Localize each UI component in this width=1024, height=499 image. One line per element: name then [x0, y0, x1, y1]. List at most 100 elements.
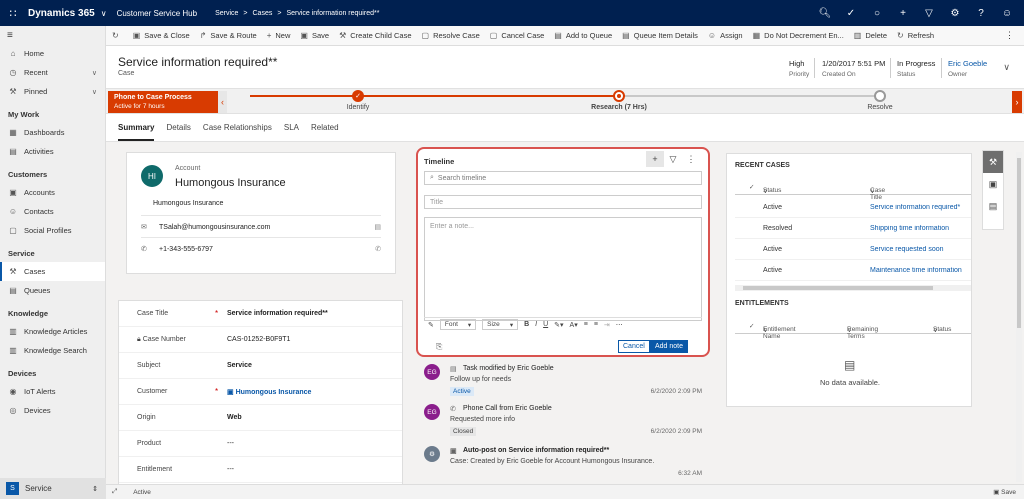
tab-case-relationships[interactable]: Case Relationships [203, 114, 272, 141]
table-row[interactable]: Active Maintenance time information [735, 260, 971, 281]
indent-icon[interactable]: ⇥ [604, 321, 610, 329]
size-select[interactable]: Size ▾ [482, 319, 519, 330]
field-value[interactable]: --- [227, 440, 234, 447]
account-email-row[interactable]: ✉ TSalah@humongousinsurance.com ▤ [141, 223, 381, 232]
account-phone-row[interactable]: ✆ +1-343-555-6797 ✆ [141, 245, 381, 254]
timeline-activity[interactable]: EG ▤ Task modified by Eric Goeble Follow … [424, 364, 704, 400]
timeline-search-input[interactable]: ⌕ Search timeline [424, 171, 702, 185]
sidebar-item-contacts[interactable]: ☺ Contacts [0, 202, 105, 221]
sidebar-item-knowledge-search[interactable]: ▥ Knowledge Search [0, 341, 105, 360]
table-row[interactable]: Resolved Shipping time information [735, 218, 971, 239]
sidebar-item-social-profiles[interactable]: ▢ Social Profiles [0, 221, 105, 240]
field-value[interactable]: Service information required** [227, 310, 328, 317]
italic-icon[interactable]: I [535, 321, 537, 328]
format-painter-icon[interactable]: ✎ [428, 321, 434, 329]
area-switcher[interactable]: S Service ⇕ [0, 478, 106, 499]
field-value[interactable]: Service [227, 362, 252, 369]
tab-related[interactable]: Related [311, 114, 339, 141]
more-tools-icon[interactable]: ⋯ [616, 321, 623, 329]
field-entitlement[interactable]: Entitlement --- [119, 457, 402, 483]
queue-item-details-button[interactable]: ▤ Queue Item Details [622, 31, 698, 40]
back-button[interactable]: ↻ [112, 31, 123, 40]
filter-icon[interactable]: ▽ [916, 0, 942, 26]
refresh-button[interactable]: ↻ Refresh [897, 31, 934, 40]
highlight-icon[interactable]: ✎▾ [554, 321, 563, 329]
customer-link[interactable]: Humongous Insurance [236, 389, 312, 396]
breadcrumb-cases[interactable]: Cases [253, 10, 273, 17]
table-row[interactable]: Active Service requested soon [735, 239, 971, 260]
sidebar-item-pinned[interactable]: ⚒ Pinned ∨ [0, 82, 105, 101]
next-stage-button[interactable]: › [1012, 91, 1022, 113]
stage-resolve[interactable]: Resolve [820, 89, 940, 111]
header-status[interactable]: In Progress Status [897, 59, 935, 78]
waffle-menu-icon[interactable]: ∷ [0, 0, 26, 26]
resolve-case-button[interactable]: ▢ Resolve Case [422, 31, 480, 40]
sidebar-item-home[interactable]: ⌂ Home [0, 44, 105, 63]
chevron-down-icon[interactable]: ∨ [101, 9, 107, 18]
timeline-activity[interactable]: EG ✆ Phone Call from Eric Goeble Requeste… [424, 404, 704, 440]
account-phone[interactable]: +1-343-555-6797 [159, 246, 213, 253]
add-note-button[interactable]: Add note [650, 340, 689, 353]
stage-research[interactable]: Research (7 Hrs) [559, 89, 679, 111]
case-title-link[interactable]: Shipping time information [870, 225, 970, 232]
field-case-title[interactable]: Case Title * Service information require… [119, 301, 402, 327]
sidebar-item-queues[interactable]: ▤ Queues [0, 281, 105, 300]
add-to-queue-button[interactable]: ▤ Add to Queue [554, 31, 612, 40]
user-icon[interactable]: ☺ [994, 0, 1020, 26]
app-hub-name[interactable]: Customer Service Hub [117, 9, 197, 18]
select-all-checkbox-icon[interactable]: ✓ [749, 322, 754, 330]
account-email[interactable]: TSalah@humongousinsurance.com [159, 224, 270, 231]
account-name[interactable]: Humongous Insurance [175, 177, 286, 189]
cancel-note-button[interactable]: Cancel [618, 340, 650, 353]
field-origin[interactable]: Origin Web [119, 405, 402, 431]
note-title-input[interactable]: Title [424, 195, 702, 209]
attach-file-icon[interactable]: ⎘ [436, 342, 442, 352]
help-icon[interactable]: ? [968, 0, 994, 26]
header-priority[interactable]: High Priority [789, 59, 809, 78]
font-color-icon[interactable]: A▾ [570, 321, 578, 329]
sidebar-item-devices[interactable]: ◎ Devices [0, 401, 105, 420]
underline-icon[interactable]: U [543, 321, 548, 328]
create-child-case-button[interactable]: ⚒ Create Child Case [339, 31, 411, 40]
sidebar-item-knowledge-articles[interactable]: ▥ Knowledge Articles [0, 322, 105, 341]
knowledge-book-icon[interactable]: ▣ [983, 173, 1003, 195]
lightbulb-icon[interactable]: ○ [864, 0, 890, 26]
more-options-icon[interactable]: ⋮ [682, 151, 700, 167]
hamburger-menu-icon[interactable]: ≡ [0, 26, 105, 44]
case-title-link[interactable]: Maintenance time information [870, 267, 970, 274]
save-button[interactable]: ▣ Save [300, 31, 329, 40]
field-value[interactable]: ▣ Humongous Insurance [227, 388, 311, 396]
call-icon[interactable]: ✆ [375, 245, 381, 253]
do-not-decrement-button[interactable]: ▦ Do Not Decrement En... [753, 31, 844, 40]
table-row[interactable]: Active Service information required* [735, 197, 971, 218]
case-title-link[interactable]: Service information required* [870, 204, 970, 211]
breadcrumb-service[interactable]: Service [215, 10, 238, 17]
bullet-list-icon[interactable]: ≡ [584, 321, 588, 328]
field-case-number[interactable]: 🔒︎ Case Number CAS-01252-B0F9T1 [119, 327, 402, 353]
add-activity-icon[interactable]: + [646, 151, 664, 167]
field-value[interactable]: --- [227, 466, 234, 473]
sidebar-item-iot-alerts[interactable]: ◉ IoT Alerts [0, 382, 105, 401]
tab-sla[interactable]: SLA [284, 114, 299, 141]
tab-summary[interactable]: Summary [118, 114, 155, 141]
vertical-scrollbar[interactable] [1016, 152, 1022, 482]
header-owner[interactable]: Eric Goeble Owner [948, 59, 987, 78]
scrollbar-thumb[interactable] [743, 286, 933, 290]
field-customer[interactable]: Customer * ▣ Humongous Insurance [119, 379, 402, 405]
new-button[interactable]: + New [267, 31, 291, 40]
expand-header-chevron-icon[interactable]: ∨ [1003, 62, 1010, 73]
delete-button[interactable]: ▥ Delete [854, 31, 887, 40]
bold-icon[interactable]: B [524, 321, 529, 328]
search-icon[interactable]: 🔍︎ [812, 0, 838, 26]
field-subject[interactable]: Subject Service [119, 353, 402, 379]
header-created-on[interactable]: 1/20/2017 5:51 PM Created On [822, 59, 885, 78]
save-close-button[interactable]: ▣ Save & Close [133, 31, 190, 40]
sidebar-item-accounts[interactable]: ▣ Accounts [0, 183, 105, 202]
owner-value[interactable]: Eric Goeble [948, 59, 987, 68]
send-email-icon[interactable]: ▤ [374, 223, 381, 231]
note-body-input[interactable]: Enter a note... [424, 217, 702, 321]
timeline-activity[interactable]: ⚙ ▣ Auto-post on Service information requ… [424, 446, 704, 480]
sidebar-item-recent[interactable]: ◷ Recent ∨ [0, 63, 105, 82]
task-icon[interactable]: ✓ [838, 0, 864, 26]
sidebar-item-dashboards[interactable]: ▦ Dashboards [0, 123, 105, 142]
